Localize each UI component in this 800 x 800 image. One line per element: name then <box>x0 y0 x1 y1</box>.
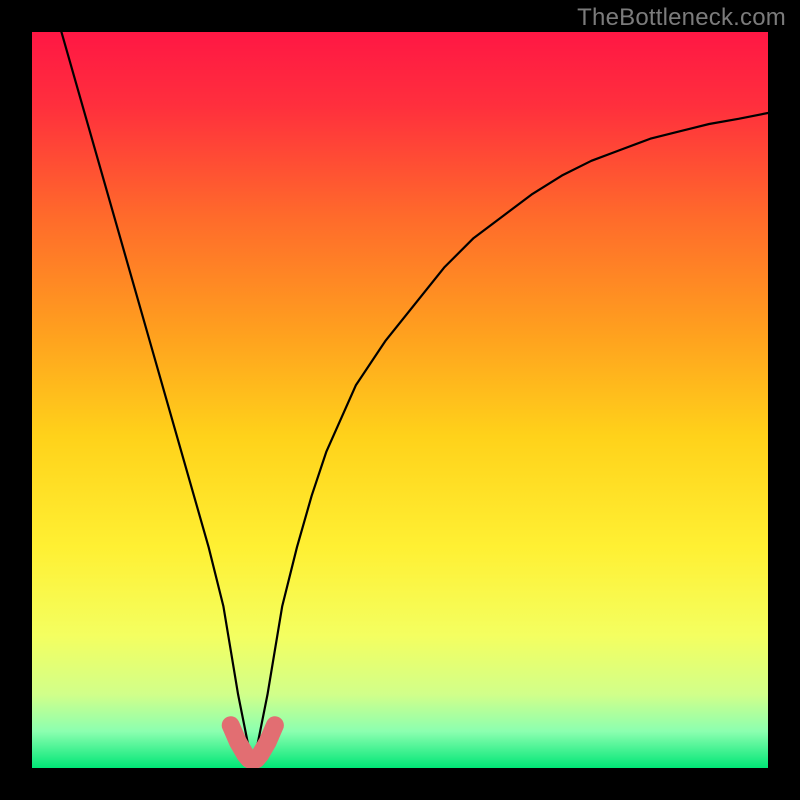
chart-svg <box>32 32 768 768</box>
chart-frame: TheBottleneck.com <box>0 0 800 800</box>
watermark-text: TheBottleneck.com <box>577 4 786 32</box>
gradient-background <box>32 32 768 768</box>
chart-plot-area <box>32 32 768 768</box>
